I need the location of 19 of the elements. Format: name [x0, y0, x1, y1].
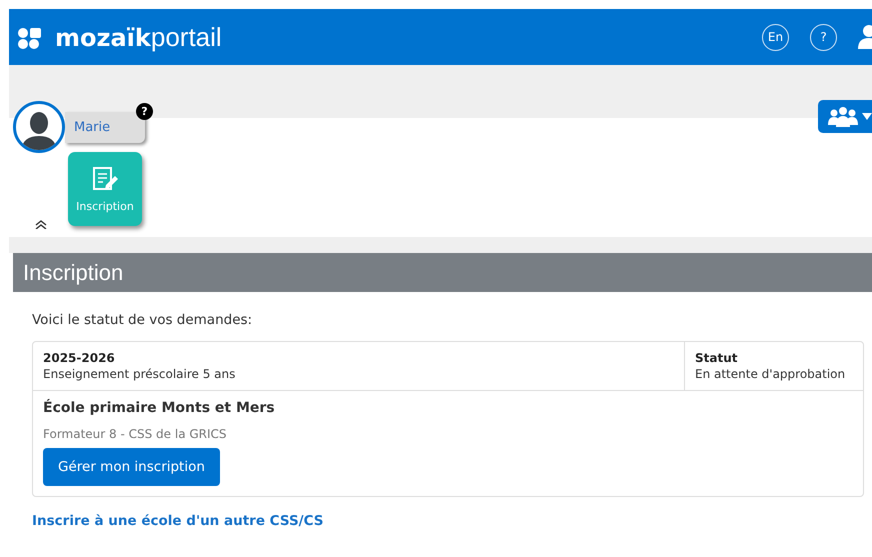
- language-button[interactable]: En: [762, 24, 789, 50]
- logo-text: mozaïkportail: [55, 22, 222, 52]
- status-label: Statut: [695, 351, 738, 365]
- collapse-icon[interactable]: [35, 220, 47, 229]
- group-icon: [828, 106, 858, 126]
- help-button[interactable]: ?: [810, 24, 837, 50]
- program-text: Enseignement préscolaire 5 ans: [43, 367, 236, 381]
- section-title: Inscription: [13, 253, 872, 292]
- user-icon[interactable]: [858, 25, 872, 49]
- intro-text: Voici le statut de vos demandes:: [32, 312, 254, 328]
- caret-icon: [862, 113, 872, 120]
- person-silhouette-icon: [21, 110, 57, 150]
- other-school-link[interactable]: Inscrire à une école d'un autre CSS/CS: [32, 513, 324, 529]
- school-name: École primaire Monts et Mers: [43, 400, 276, 416]
- organization-text: Formateur 8 - CSS de la GRICS: [43, 427, 228, 441]
- school-year: 2025-2026: [43, 351, 116, 365]
- manage-button[interactable]: Gérer mon inscription: [43, 448, 220, 486]
- status-text: En attente d'approbation: [695, 367, 846, 381]
- group-button[interactable]: [818, 100, 872, 133]
